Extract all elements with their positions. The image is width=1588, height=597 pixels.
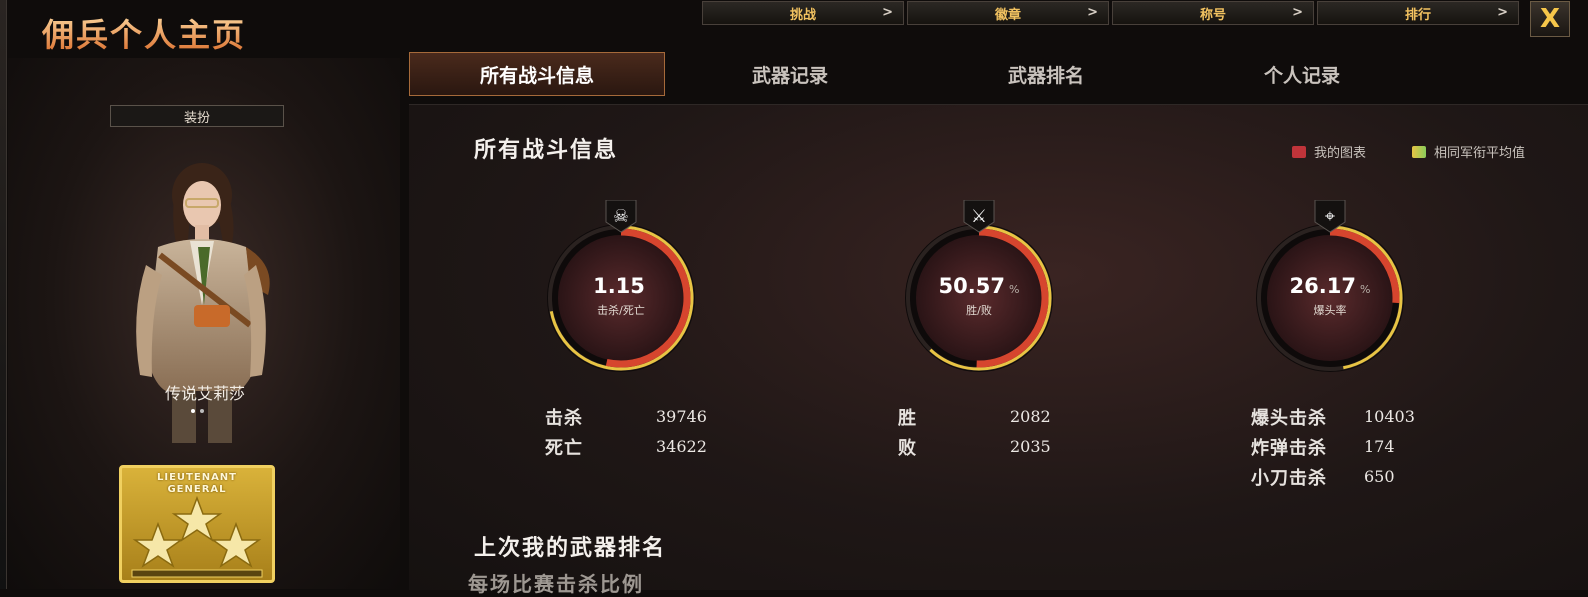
win-rate-gauge: ⚔ 50.57% 胜/败 [894, 200, 1064, 385]
knife-kills-value: 650 [1364, 467, 1395, 486]
tab-weapon-records[interactable]: 武器记录 [662, 52, 918, 96]
crossed-rifles-icon: ⚔ [971, 206, 987, 227]
nav-title-button[interactable]: 称号 > [1112, 1, 1314, 25]
character-name: 传说艾莉莎 [164, 384, 245, 403]
my-chart-swatch [1292, 145, 1306, 158]
page-title: 佣兵个人主页 [42, 10, 246, 56]
legend-label: 相同军衔平均值 [1434, 146, 1526, 161]
rank-average-swatch [1412, 145, 1426, 158]
deaths-label: 死亡 [545, 438, 583, 459]
headshot-rate-value: 26.17% [1245, 274, 1415, 298]
nav-challenge-button[interactable]: 挑战 > [702, 1, 904, 25]
kd-number: 1.15 [593, 274, 645, 298]
chevron-right-icon: > [1497, 5, 1508, 20]
headshot-rate-unit: % [1359, 283, 1371, 296]
skull-crossbones-icon: ☠ [613, 206, 629, 227]
nav-badge-label: 徽章 [994, 7, 1021, 23]
close-button[interactable]: X [1530, 1, 1570, 37]
win-rate-label: 胜/败 [966, 304, 992, 317]
headshot-rate-number: 26.17 [1289, 274, 1356, 298]
deaths-value: 34622 [656, 437, 707, 456]
kd-gauge: ☠ 1.15 击杀/死亡 [536, 200, 706, 385]
rank-badge: LIEUTENANT GENERAL [119, 465, 275, 583]
section-title: 所有战斗信息 [474, 138, 619, 163]
kd-value: 1.15 [536, 274, 706, 298]
rank-stars-icon [131, 495, 263, 578]
legend-rank-average: 相同军衔平均值 [1412, 142, 1525, 161]
wins-label: 胜 [898, 408, 917, 429]
headshot-rate-label: 爆头率 [1313, 304, 1347, 317]
wins-value: 2082 [1010, 407, 1051, 426]
win-rate-number: 50.57 [938, 274, 1005, 298]
nav-ranking-label: 排行 [1404, 7, 1431, 23]
gauge-inner-disc [558, 235, 684, 361]
tab-personal-records[interactable]: 个人记录 [1174, 52, 1430, 96]
outfit-button[interactable]: 装扮 [110, 105, 284, 127]
nav-title-label: 称号 [1199, 7, 1226, 23]
kd-label: 击杀/死亡 [597, 304, 645, 317]
chevron-right-icon: > [1292, 5, 1303, 20]
headshot-gauge: ⌖ 26.17% 爆头率 [1245, 200, 1415, 385]
gauge-inner-disc [916, 235, 1042, 361]
last-weapon-ranking-title: 上次我的武器排名 [474, 536, 667, 561]
headshot-kills-label: 爆头击杀 [1251, 408, 1327, 429]
kills-label: 击杀 [545, 408, 583, 429]
gauge-inner-disc [1267, 235, 1393, 361]
knife-kills-label: 小刀击杀 [1251, 468, 1327, 489]
top-nav: 挑战 > 徽章 > 称号 > 排行 > [702, 1, 1519, 25]
chevron-right-icon: > [1087, 5, 1098, 20]
kills-value: 39746 [656, 407, 707, 426]
nav-ranking-button[interactable]: 排行 > [1317, 1, 1519, 25]
legend-my-chart: 我的图表 [1292, 142, 1366, 161]
win-rate-unit: % [1008, 283, 1020, 296]
nav-challenge-label: 挑战 [789, 7, 816, 23]
bomb-kills-label: 炸弹击杀 [1251, 438, 1327, 459]
rifle-scope-icon: ⌖ [1325, 206, 1335, 227]
tab-all-battle-info[interactable]: 所有战斗信息 [409, 52, 665, 96]
losses-value: 2035 [1010, 437, 1051, 456]
bomb-kills-value: 174 [1364, 437, 1395, 456]
legend-label: 我的图表 [1314, 146, 1367, 161]
headshot-kills-value: 10403 [1364, 407, 1415, 426]
kill-ratio-per-match-title: 每场比赛击杀比例 [468, 572, 644, 596]
tab-weapon-ranking[interactable]: 武器排名 [918, 52, 1174, 96]
chevron-right-icon: > [882, 5, 893, 20]
window-frame [0, 0, 7, 589]
rank-title-line1: LIEUTENANT [157, 472, 237, 483]
losses-label: 败 [898, 438, 917, 459]
win-rate-value: 50.57% [894, 274, 1064, 298]
nav-badge-button[interactable]: 徽章 > [907, 1, 1109, 25]
